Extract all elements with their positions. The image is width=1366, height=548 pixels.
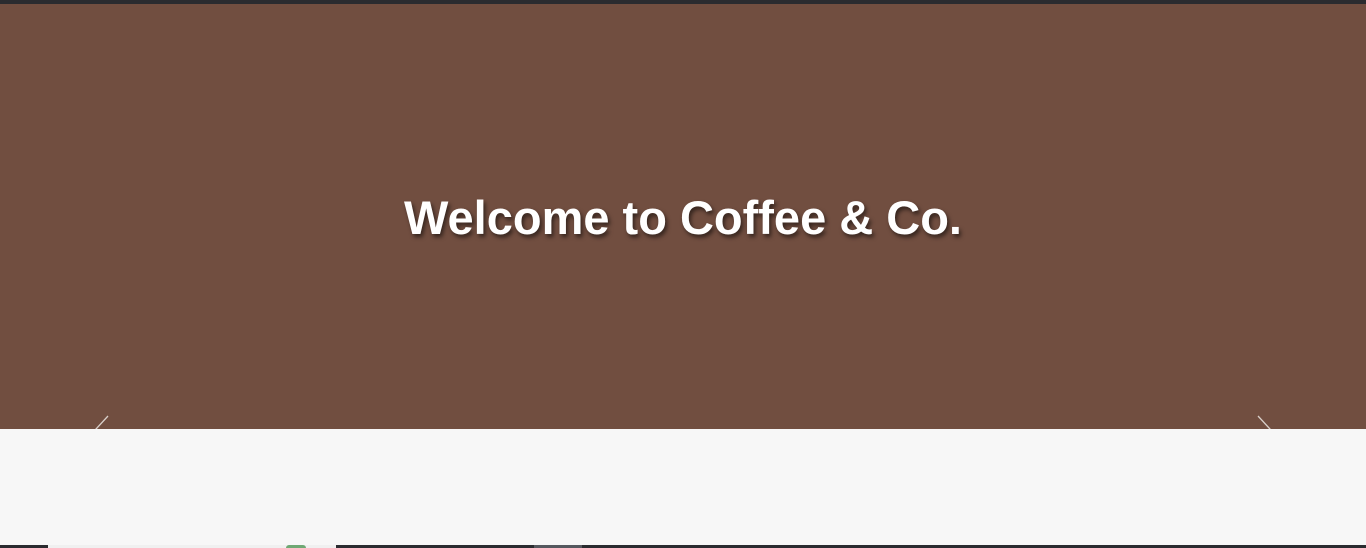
hero-carousel: Welcome to Coffee & Co. [0, 4, 1366, 429]
content-section [0, 429, 1366, 545]
hero-title: Welcome to Coffee & Co. [404, 191, 962, 244]
